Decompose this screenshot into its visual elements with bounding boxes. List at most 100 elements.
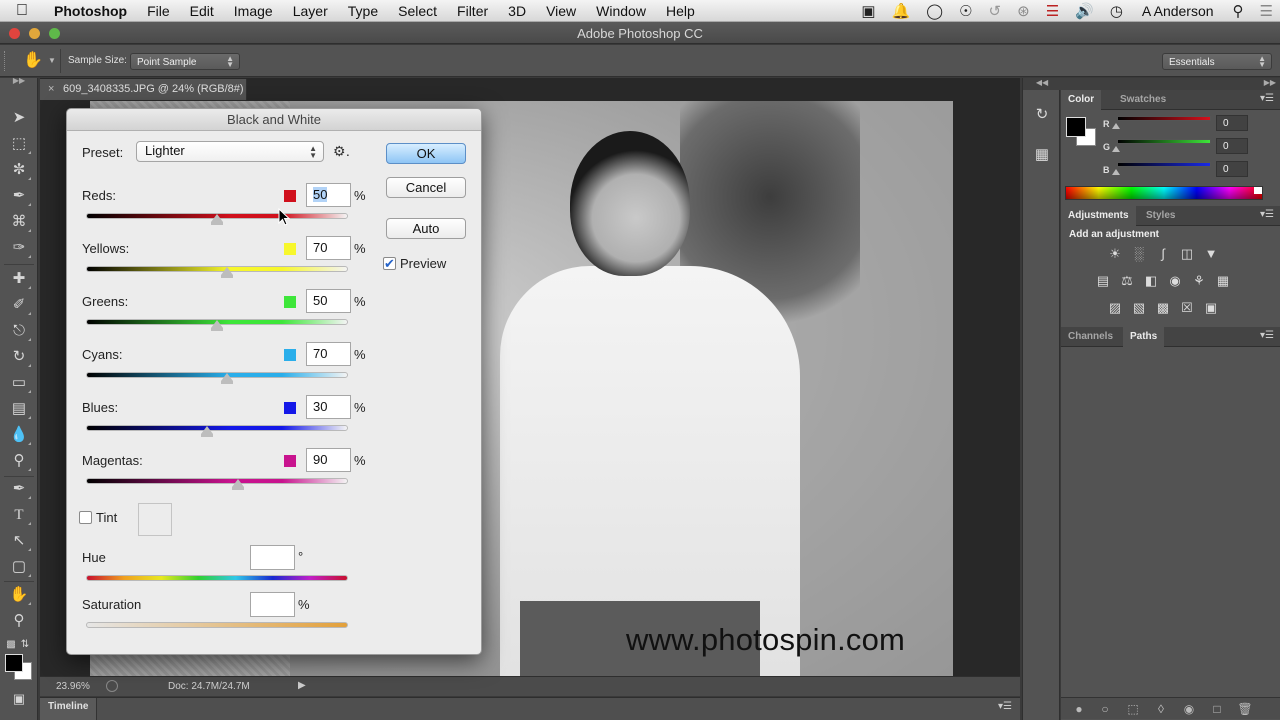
- preview-checkbox[interactable]: ✔: [383, 257, 396, 270]
- collapse-strip-icon[interactable]: ◀◀: [1023, 78, 1061, 90]
- spot-healing-tool-icon[interactable]: ✚: [7, 268, 31, 290]
- menu-type[interactable]: Type: [338, 3, 388, 19]
- channel-g-thumb[interactable]: [1112, 146, 1120, 152]
- menu-view[interactable]: View: [536, 3, 586, 19]
- volume-icon[interactable]: 🔊: [1068, 2, 1101, 20]
- apple-menu-icon[interactable]: : [0, 2, 44, 20]
- close-document-icon[interactable]: ×: [48, 79, 54, 100]
- bluetooth-icon[interactable]: ⊛: [1010, 2, 1037, 20]
- channel-g-value[interactable]: 0: [1216, 138, 1248, 154]
- document-tab[interactable]: × 609_3408335.JPG @ 24% (RGB/8#): [40, 79, 247, 100]
- menu-layer[interactable]: Layer: [283, 3, 338, 19]
- tab-color[interactable]: Color: [1061, 90, 1102, 110]
- brush-tool-icon[interactable]: ✐: [7, 294, 31, 316]
- crop-tool-icon[interactable]: ⌘: [7, 211, 31, 233]
- photo-filter-icon[interactable]: ◉: [1166, 273, 1184, 289]
- gradient-map-icon[interactable]: ▣: [1202, 300, 1220, 316]
- path-selection-tool-icon[interactable]: ↖: [7, 530, 31, 552]
- tint-checkbox[interactable]: [79, 511, 92, 524]
- eraser-tool-icon[interactable]: ▭: [7, 372, 31, 394]
- color-panel-menu-icon[interactable]: ▾☰: [1260, 93, 1274, 104]
- messages-icon[interactable]: ◯: [919, 2, 950, 20]
- accessibility-icon[interactable]: ☉: [952, 2, 979, 20]
- screen-recording-icon[interactable]: ▣: [854, 2, 882, 20]
- tab-channels[interactable]: Channels: [1061, 327, 1120, 347]
- slider-thumb[interactable]: [231, 479, 244, 490]
- slider-value-input[interactable]: 90: [306, 448, 351, 472]
- menu-help[interactable]: Help: [656, 3, 705, 19]
- saturation-slider[interactable]: [86, 622, 348, 628]
- tab-paths[interactable]: Paths: [1123, 327, 1165, 347]
- adjustments-panel-menu-icon[interactable]: ▾☰: [1260, 209, 1274, 220]
- eyedropper-tool-icon[interactable]: ✑: [7, 237, 31, 259]
- color-spectrum-ramp[interactable]: [1065, 186, 1263, 200]
- color-panel-foreground-swatch[interactable]: [1066, 117, 1086, 137]
- rectangle-tool-icon[interactable]: ▢: [7, 556, 31, 578]
- channel-b-value[interactable]: 0: [1216, 161, 1248, 177]
- ok-button[interactable]: OK: [386, 143, 466, 164]
- new-path-icon[interactable]: □: [1209, 701, 1225, 717]
- clone-stamp-tool-icon[interactable]: ⎋: [7, 320, 31, 342]
- saturation-input[interactable]: [250, 592, 295, 617]
- hand-tool-icon[interactable]: ✋: [7, 584, 31, 606]
- tool-preset-dropdown-icon[interactable]: ▼: [48, 56, 56, 65]
- slider-value-input[interactable]: 50: [306, 183, 351, 207]
- color-balance-icon[interactable]: ⚖: [1118, 273, 1136, 289]
- notification-center-icon[interactable]: ☰: [1253, 2, 1280, 20]
- tint-color-swatch[interactable]: [138, 503, 172, 536]
- zoom-tool-icon[interactable]: ⚲: [7, 610, 31, 632]
- expand-tools-icon[interactable]: ▶▶: [7, 76, 31, 86]
- menu-select[interactable]: Select: [388, 3, 447, 19]
- load-path-as-selection-icon[interactable]: ⬚: [1125, 701, 1141, 717]
- expand-panels-icon[interactable]: ▶▶: [1061, 78, 1280, 90]
- slider-thumb[interactable]: [200, 426, 213, 437]
- timeline-tab[interactable]: Timeline: [40, 698, 98, 720]
- channel-g-slider[interactable]: [1117, 139, 1211, 144]
- dodge-tool-icon[interactable]: ⚲: [7, 450, 31, 472]
- dialog-title[interactable]: Black and White: [67, 109, 481, 131]
- status-info-icon[interactable]: [106, 680, 118, 692]
- curves-icon[interactable]: ∫: [1154, 246, 1172, 262]
- default-colors-icon[interactable]: ▩: [4, 634, 18, 656]
- add-mask-icon[interactable]: ◉: [1181, 701, 1197, 717]
- make-work-path-icon[interactable]: ◊: [1153, 701, 1169, 717]
- swap-colors-icon[interactable]: ⇅: [18, 634, 32, 656]
- channel-r-thumb[interactable]: [1112, 123, 1120, 129]
- slider-thumb[interactable]: [211, 214, 223, 225]
- menu-app[interactable]: Photoshop: [44, 3, 137, 19]
- properties-panel-icon[interactable]: ▦: [1031, 144, 1053, 166]
- levels-icon[interactable]: ░: [1130, 246, 1148, 262]
- fill-path-icon[interactable]: ●: [1071, 701, 1087, 717]
- pen-tool-icon[interactable]: ✒: [7, 478, 31, 500]
- sample-size-select[interactable]: Point Sample ▲ ▼: [130, 53, 240, 70]
- menu-edit[interactable]: Edit: [180, 3, 224, 19]
- input-source-flag-icon[interactable]: ☰: [1039, 2, 1066, 20]
- user-name[interactable]: A Anderson: [1132, 3, 1224, 19]
- timeline-panel-menu-icon[interactable]: ▾☰: [998, 701, 1012, 712]
- clock-icon[interactable]: ◷: [1103, 2, 1130, 20]
- tab-styles[interactable]: Styles: [1139, 206, 1182, 226]
- menu-window[interactable]: Window: [586, 3, 656, 19]
- slider-value-input[interactable]: 70: [306, 342, 351, 366]
- slider-value-input[interactable]: 30: [306, 395, 351, 419]
- tab-swatches[interactable]: Swatches: [1113, 90, 1173, 110]
- hue-slider[interactable]: [86, 575, 348, 581]
- gradient-triangle-icon[interactable]: ▼: [1202, 246, 1220, 262]
- menu-file[interactable]: File: [137, 3, 180, 19]
- slider-thumb[interactable]: [211, 320, 223, 331]
- targeted-adjustment-hand-icon[interactable]: ✋: [22, 50, 44, 72]
- slider-value-input[interactable]: 50: [306, 289, 351, 313]
- color-slider-track[interactable]: [86, 478, 348, 484]
- menu-filter[interactable]: Filter: [447, 3, 498, 19]
- lasso-tool-icon[interactable]: ✼: [7, 159, 31, 181]
- preset-select[interactable]: Lighter ▲ ▼: [136, 141, 324, 162]
- stroke-path-icon[interactable]: ○: [1097, 701, 1113, 717]
- vibrance-icon[interactable]: ▤: [1094, 273, 1112, 289]
- channel-b-thumb[interactable]: [1112, 169, 1120, 175]
- time-machine-icon[interactable]: ↺: [982, 2, 1009, 20]
- invert-icon[interactable]: ▨: [1106, 300, 1124, 316]
- black-white-icon[interactable]: ◧: [1142, 273, 1160, 289]
- selective-color-icon[interactable]: ☒: [1178, 300, 1196, 316]
- channel-r-slider[interactable]: [1117, 116, 1211, 121]
- quick-mask-icon[interactable]: ▣: [7, 688, 31, 710]
